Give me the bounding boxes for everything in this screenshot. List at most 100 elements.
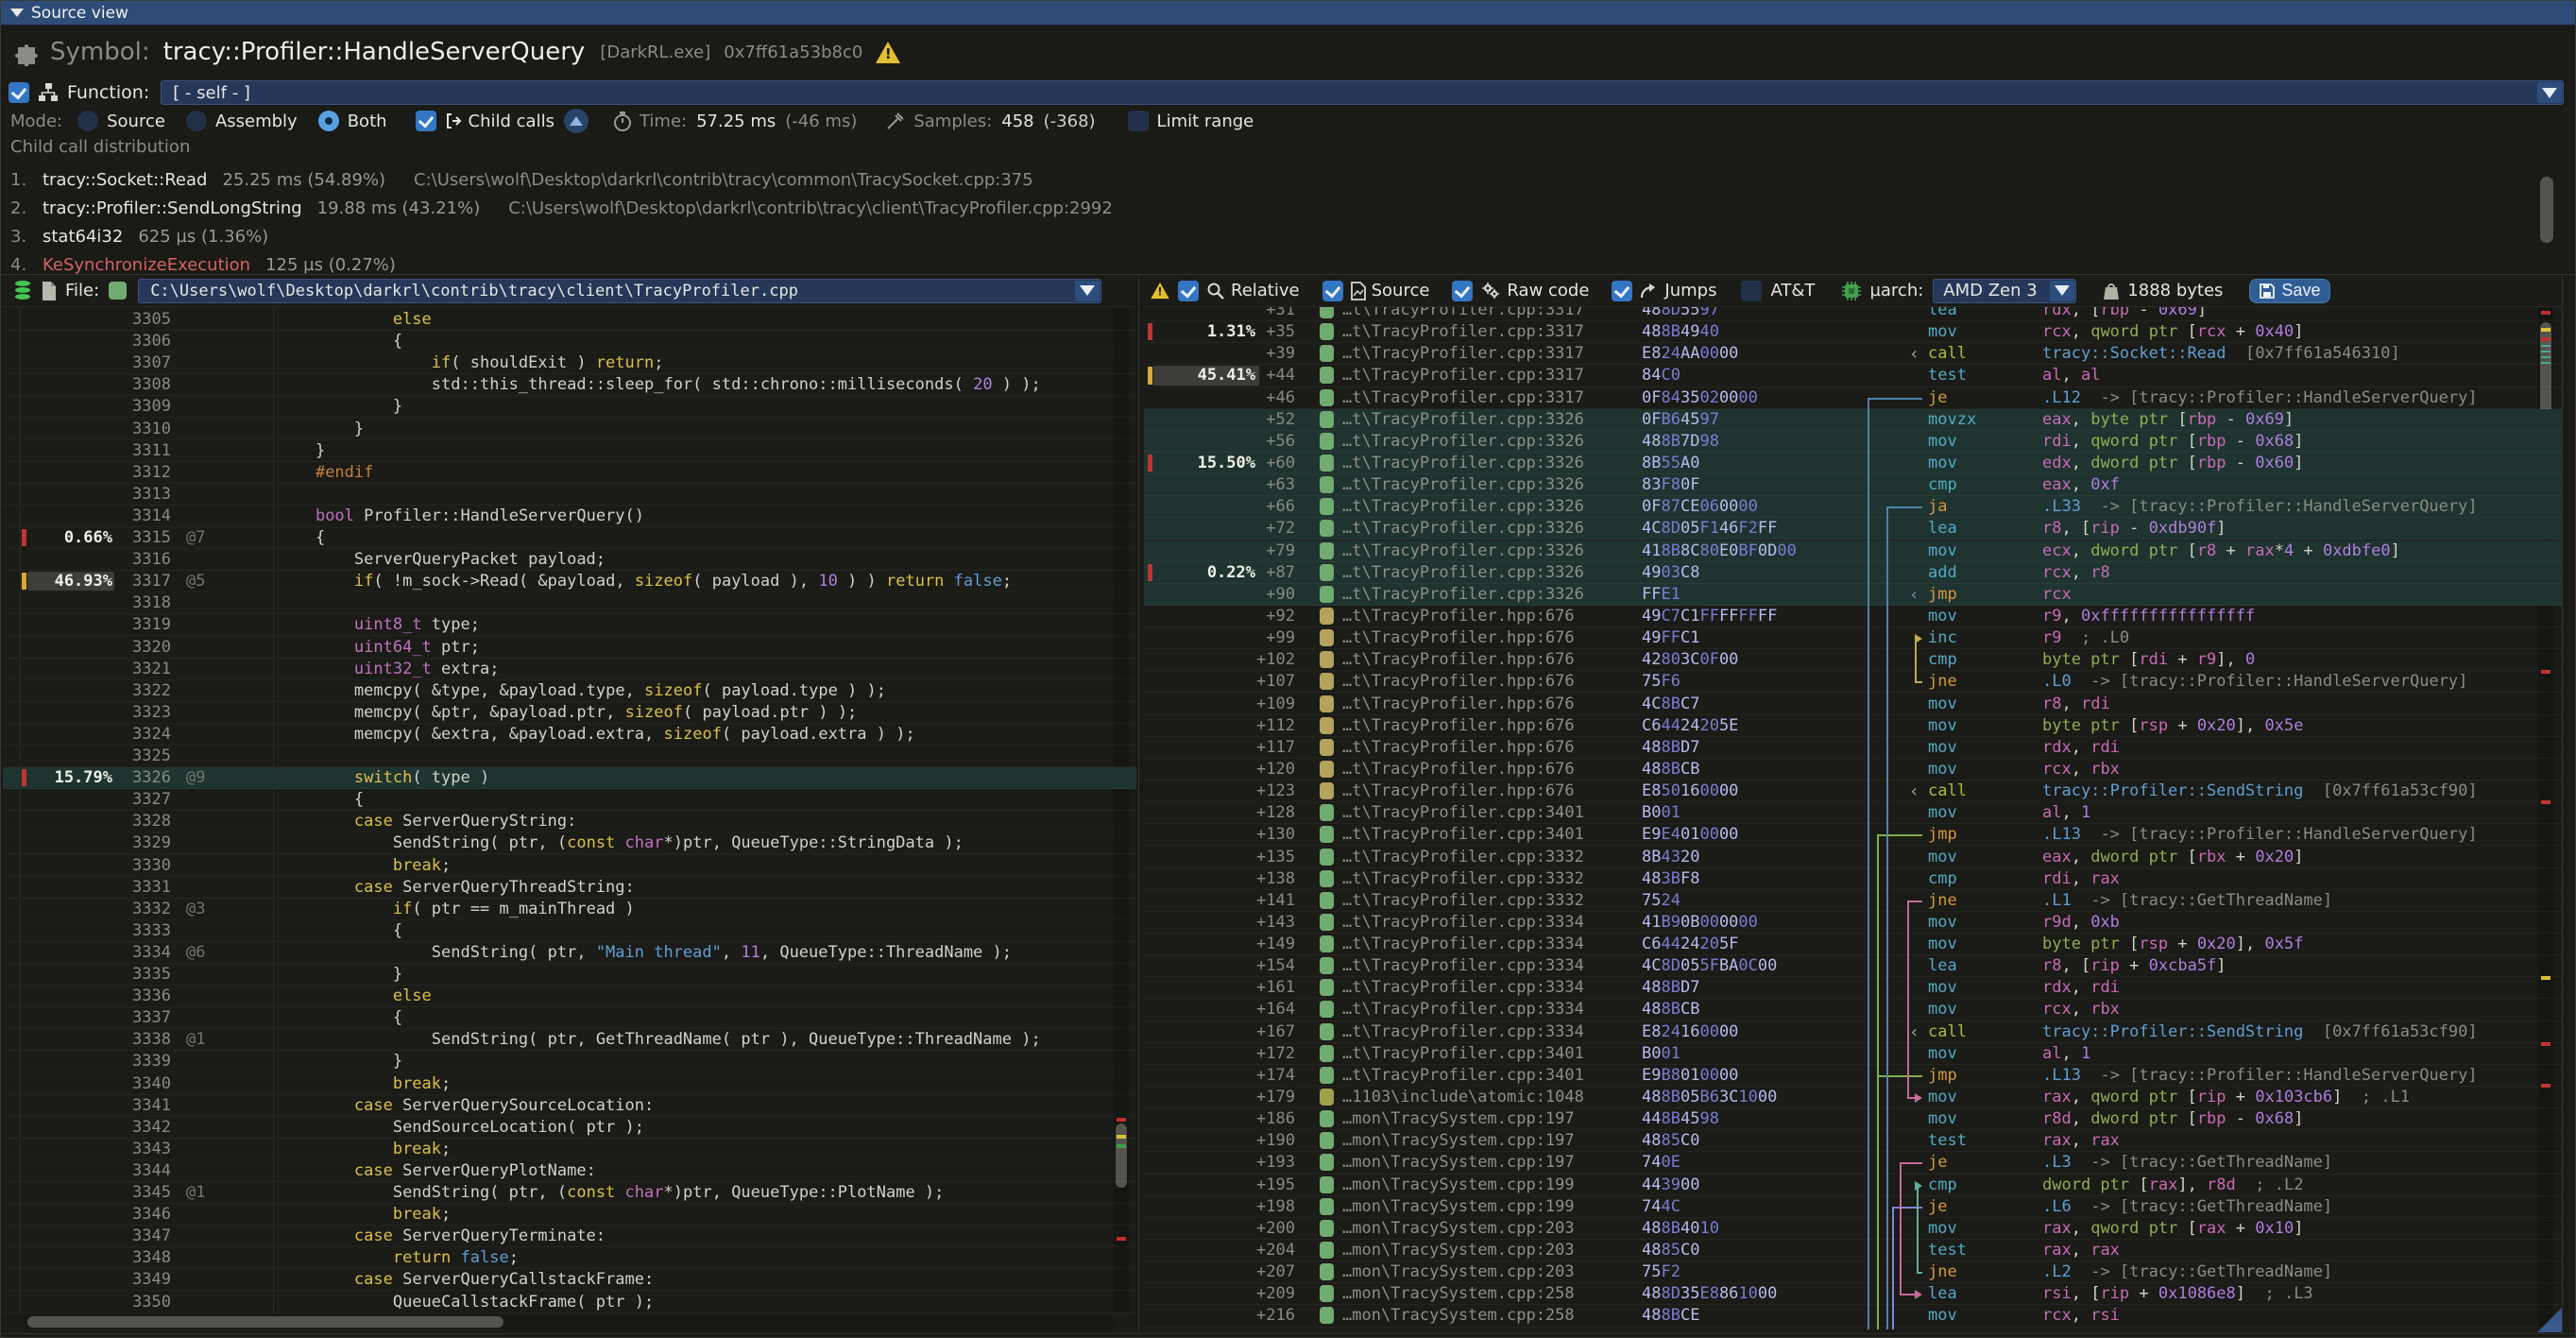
asm-row[interactable]: +135…t\TracyProfiler.cpp:33328B4320movea… (1144, 847, 2562, 868)
source-line-row[interactable]: 3309 } (3, 396, 1136, 418)
asm-row[interactable]: +200…mon\TracySystem.cpp:203488B4010movr… (1144, 1218, 2562, 1240)
child-calls-scrollbar[interactable] (2540, 177, 2553, 243)
relative-checkbox[interactable]: Relative (1178, 281, 1300, 301)
asm-row[interactable]: +204…mon\TracySystem.cpp:2034885C0testra… (1144, 1240, 2562, 1261)
asm-source-location[interactable]: …mon\TracySystem.cpp:197 (1342, 1108, 1575, 1129)
asm-row[interactable]: +154…t\TracyProfiler.cpp:33344C8D055FBA0… (1144, 955, 2562, 977)
asm-row[interactable]: +39…t\TracyProfiler.cpp:3317E824AA0000ca… (1144, 343, 2562, 365)
radio-assembly[interactable]: Assembly (186, 111, 298, 131)
source-line-row[interactable]: 3308 std::this_thread::sleep_for( std::c… (3, 374, 1136, 396)
source-line-row[interactable]: 3343 break; (3, 1139, 1136, 1160)
raw-code-checkbox[interactable]: Raw code (1452, 281, 1589, 301)
asm-source-location[interactable]: …t\TracyProfiler.cpp:3326 (1342, 518, 1584, 539)
asm-row[interactable]: +161…t\TracyProfiler.cpp:3334488BD7movrd… (1144, 977, 2562, 999)
collapse-icon[interactable] (10, 9, 24, 17)
radio-both[interactable]: Both (318, 111, 387, 131)
source-hscroll-thumb[interactable] (27, 1316, 503, 1328)
asm-source-location[interactable]: …t\TracyProfiler.hpp:676 (1342, 759, 1575, 780)
asm-source-location[interactable]: …t\TracyProfiler.hpp:676 (1342, 737, 1575, 758)
asm-row[interactable]: +149…t\TracyProfiler.cpp:3334C64424205Fm… (1144, 934, 2562, 955)
asm-source-location[interactable]: …t\TracyProfiler.cpp:3401 (1342, 1065, 1584, 1086)
asm-row[interactable]: +90…t\TracyProfiler.cpp:3326FFE1jmprcx (1144, 584, 2562, 606)
source-line-row[interactable]: 3314 bool Profiler::HandleServerQuery() (3, 506, 1136, 527)
source-line-row[interactable]: 3350 QueueCallstackFrame( ptr ); (3, 1292, 1136, 1313)
asm-row[interactable]: +143…t\TracyProfiler.cpp:333441B90B00000… (1144, 912, 2562, 934)
asm-row[interactable]: +79…t\TracyProfiler.cpp:3326418B8C80E0BF… (1144, 540, 2562, 562)
asm-row[interactable]: +141…t\TracyProfiler.cpp:33327524jne.L1 … (1144, 890, 2562, 912)
asm-row[interactable]: +174…t\TracyProfiler.cpp:3401E9B8010000j… (1144, 1065, 2562, 1087)
asm-row[interactable]: +198…mon\TracySystem.cpp:199744Cje.L6 ->… (1144, 1196, 2562, 1218)
source-line-row[interactable]: 3345@1 SendString( ptr, (const char*)ptr… (3, 1182, 1136, 1204)
asm-source-location[interactable]: …t\TracyProfiler.cpp:3326 (1342, 453, 1584, 473)
source-line-row[interactable]: 3346 break; (3, 1204, 1136, 1226)
asm-source-location[interactable]: …t\TracyProfiler.cpp:3326 (1342, 474, 1584, 495)
asm-row[interactable]: +99…t\TracyProfiler.hpp:67649FFC1incr9 ;… (1144, 627, 2562, 649)
child-call-entry[interactable]: 3.stat64i32625 µs (1.36%) (10, 222, 268, 250)
asm-source-location[interactable]: …t\TracyProfiler.cpp:3326 (1342, 409, 1584, 430)
source-line-row[interactable]: 3337 { (3, 1007, 1136, 1029)
source-line-row[interactable]: 3344 case ServerQueryPlotName: (3, 1160, 1136, 1182)
source-line-row[interactable]: 3328 case ServerQueryString: (3, 811, 1136, 832)
asm-source-location[interactable]: …t\TracyProfiler.cpp:3334 (1342, 934, 1584, 954)
asm-source-location[interactable]: …t\TracyProfiler.cpp:3326 (1342, 496, 1584, 517)
source-checkbox[interactable]: Source (1322, 281, 1430, 301)
asm-row[interactable]: +56…t\TracyProfiler.cpp:3326488B7D98movr… (1144, 431, 2562, 453)
asm-row[interactable]: +216…mon\TracySystem.cpp:258488BCEmovrcx… (1144, 1305, 2562, 1327)
asm-row[interactable]: 15.50%+60…t\TracyProfiler.cpp:33268B55A0… (1144, 453, 2562, 474)
source-line-row[interactable]: 15.79%3326@9 switch( type ) (3, 767, 1136, 789)
source-line-row[interactable]: 3330 break; (3, 855, 1136, 877)
source-line-row[interactable]: 3322 memcpy( &type, &payload.type, sizeo… (3, 680, 1136, 702)
asm-source-location[interactable]: …t\TracyProfiler.hpp:676 (1342, 649, 1575, 670)
asm-row[interactable]: 45.41%+44…t\TracyProfiler.cpp:331784C0te… (1144, 365, 2562, 386)
asm-source-location[interactable]: …t\TracyProfiler.cpp:3334 (1342, 955, 1584, 976)
radio-source[interactable]: Source (77, 111, 165, 131)
asm-row[interactable]: +63…t\TracyProfiler.cpp:332683F80Fcmpeax… (1144, 474, 2562, 496)
asm-source-location[interactable]: …mon\TracySystem.cpp:199 (1342, 1175, 1575, 1195)
asm-row[interactable]: +123…t\TracyProfiler.hpp:676E850160000ca… (1144, 780, 2562, 802)
asm-row[interactable]: +186…mon\TracySystem.cpp:197448B4598movr… (1144, 1108, 2562, 1130)
function-checkbox[interactable] (9, 82, 29, 103)
asm-source-location[interactable]: …t\TracyProfiler.cpp:3326 (1342, 540, 1584, 561)
asm-row[interactable]: +117…t\TracyProfiler.hpp:676488BD7movrdx… (1144, 737, 2562, 759)
source-line-row[interactable]: 3318 (3, 592, 1136, 614)
asm-row[interactable]: +52…t\TracyProfiler.cpp:33260FB64597movz… (1144, 409, 2562, 431)
source-line-row[interactable]: 3348 return false; (3, 1247, 1136, 1269)
asm-row[interactable]: +102…t\TracyProfiler.hpp:67642803C0F00cm… (1144, 649, 2562, 671)
source-line-row[interactable]: 3306 { (3, 331, 1136, 352)
asm-row[interactable]: +193…mon\TracySystem.cpp:197740Eje.L3 ->… (1144, 1152, 2562, 1174)
source-line-row[interactable]: 3339 } (3, 1051, 1136, 1072)
source-line-row[interactable]: 3333 { (3, 920, 1136, 942)
source-line-row[interactable]: 3323 memcpy( &ptr, &payload.ptr, sizeof(… (3, 702, 1136, 724)
source-line-row[interactable]: 3325 (3, 746, 1136, 767)
asm-row[interactable]: +167…t\TracyProfiler.cpp:3334E824160000c… (1144, 1021, 2562, 1043)
file-select[interactable]: C:\Users\wolf\Desktop\darkrl\contrib\tra… (138, 279, 1101, 303)
source-line-row[interactable]: 3321 uint32_t extra; (3, 659, 1136, 680)
asm-row[interactable]: +164…t\TracyProfiler.cpp:3334488BCBmovrc… (1144, 999, 2562, 1021)
asm-row[interactable]: +172…t\TracyProfiler.cpp:3401B001moval, … (1144, 1043, 2562, 1065)
asm-row[interactable]: +112…t\TracyProfiler.hpp:676C64424205Emo… (1144, 715, 2562, 737)
asm-source-location[interactable]: …t\TracyProfiler.cpp:3401 (1342, 1043, 1584, 1064)
asm-row[interactable]: +138…t\TracyProfiler.cpp:3332483BF8cmprd… (1144, 868, 2562, 890)
asm-row[interactable]: +207…mon\TracySystem.cpp:20375F2jne.L2 -… (1144, 1261, 2562, 1283)
asm-source-location[interactable]: …mon\TracySystem.cpp:203 (1342, 1261, 1575, 1282)
source-line-row[interactable]: 3320 uint64_t ptr; (3, 637, 1136, 659)
asm-source-location[interactable]: …mon\TracySystem.cpp:199 (1342, 1196, 1575, 1217)
asm-source-location[interactable]: …mon\TracySystem.cpp:203 (1342, 1240, 1575, 1261)
source-line-row[interactable]: 3311 } (3, 440, 1136, 462)
asm-row[interactable]: +179…1103\include\atomic:1048488B05B63C1… (1144, 1087, 2562, 1108)
asm-row[interactable]: 0.22%+87…t\TracyProfiler.cpp:33264903C8a… (1144, 562, 2562, 584)
asm-source-location[interactable]: …mon\TracySystem.cpp:197 (1342, 1130, 1575, 1151)
asm-source-location[interactable]: …t\TracyProfiler.cpp:3401 (1342, 824, 1584, 845)
source-line-row[interactable]: 3316 ServerQueryPacket payload; (3, 549, 1136, 571)
asm-row[interactable]: +190…mon\TracySystem.cpp:1974885C0testra… (1144, 1130, 2562, 1152)
child-calls-checkbox[interactable]: Child calls (416, 111, 554, 131)
asm-row[interactable]: +120…t\TracyProfiler.hpp:676488BCBmovrcx… (1144, 759, 2562, 780)
asm-row[interactable]: +109…t\TracyProfiler.hpp:6764C8BC7movr8,… (1144, 694, 2562, 715)
asm-source-location[interactable]: …mon\TracySystem.cpp:258 (1342, 1305, 1575, 1326)
asm-source-location[interactable]: …t\TracyProfiler.cpp:3334 (1342, 912, 1584, 933)
asm-source-location[interactable]: …t\TracyProfiler.hpp:676 (1342, 694, 1575, 714)
asm-source-location[interactable]: …t\TracyProfiler.hpp:676 (1342, 627, 1575, 648)
source-line-row[interactable]: 3312 #endif (3, 462, 1136, 484)
source-line-row[interactable]: 46.93%3317@5 if( !m_sock->Read( &payload… (3, 571, 1136, 592)
source-line-row[interactable]: 3332@3 if( ptr == m_mainThread ) (3, 899, 1136, 920)
